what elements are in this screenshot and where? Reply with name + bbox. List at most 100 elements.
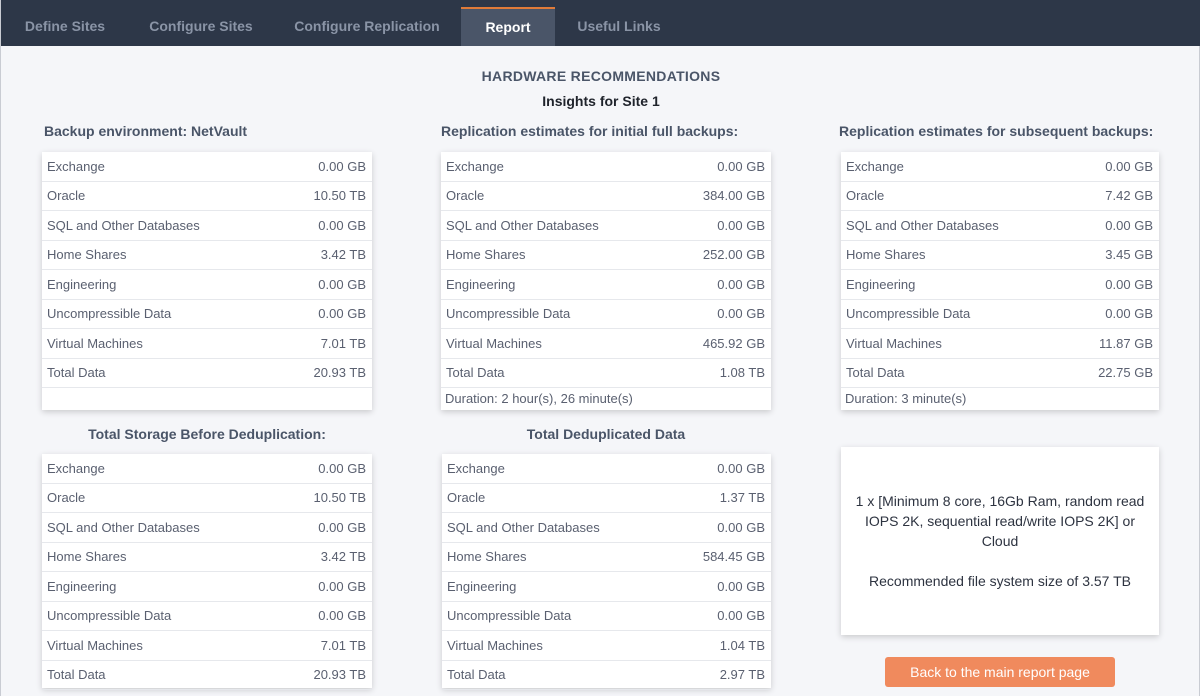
row-value: 0.00 GB: [717, 158, 765, 174]
heading-subsequent-replication: Replication estimates for subsequent bac…: [839, 123, 1154, 139]
back-to-main-report-button[interactable]: Back to the main report page: [885, 657, 1115, 687]
row-value: 22.75 GB: [1098, 365, 1153, 381]
row-label: Oracle: [447, 490, 486, 506]
tab-configure-replication[interactable]: Configure Replication: [273, 7, 461, 46]
row-value: 7.42 GB: [1105, 188, 1153, 204]
row-label: Home Shares: [47, 247, 127, 263]
row-label: Exchange: [47, 460, 105, 476]
row-label: Oracle: [846, 188, 885, 204]
page-title: HARDWARE RECOMMENDATIONS: [481, 68, 721, 84]
table-row: SQL and Other Databases 0.00 GB: [42, 211, 372, 241]
row-value: 0.00 GB: [318, 460, 366, 476]
row-label: Total Data: [447, 667, 506, 683]
table-row: Total Data 1.08 TB: [441, 359, 771, 388]
tab-configure-sites[interactable]: Configure Sites: [129, 7, 273, 46]
table-row: Uncompressible Data 0.00 GB: [441, 300, 771, 329]
row-label: Virtual Machines: [447, 637, 543, 653]
row-label: Engineering: [846, 276, 916, 292]
row-label: SQL and Other Databases: [47, 217, 200, 233]
row-label: Uncompressible Data: [447, 608, 572, 624]
row-label: SQL and Other Databases: [446, 217, 599, 233]
table-row: Home Shares 3.42 TB: [42, 241, 372, 270]
table-row: SQL and Other Databases 0.00 GB: [442, 513, 771, 543]
table-row: Engineering 0.00 GB: [841, 270, 1159, 300]
row-value: 0.00 GB: [318, 217, 366, 233]
row-value: 2.97 TB: [719, 667, 765, 683]
table-row: SQL and Other Databases 0.00 GB: [42, 513, 372, 543]
tab-report[interactable]: Report: [461, 7, 555, 46]
table-row: Oracle 10.50 TB: [42, 182, 372, 211]
row-value: 0.00 GB: [318, 306, 366, 322]
row-label: Virtual Machines: [446, 335, 542, 351]
row-value: 0.00 GB: [318, 578, 366, 594]
row-value: 252.00 GB: [702, 247, 765, 263]
initial-replication-table: Exchange 0.00 GB Oracle 384.00 GB SQL and Ot…: [441, 152, 771, 410]
table-row: Oracle 384.00 GB: [441, 182, 771, 211]
row-value: 3.42 TB: [320, 247, 366, 263]
row-label: Home Shares: [446, 247, 526, 263]
table-row: Uncompressible Data 0.00 GB: [42, 602, 372, 631]
table-row: Exchange 0.00 GB: [841, 152, 1159, 182]
table-row: Home Shares 3.45 GB: [841, 241, 1159, 270]
heading-initial-replication: Replication estimates for initial full b…: [441, 123, 739, 139]
row-value: 10.50 TB: [313, 490, 366, 506]
row-value: 465.92 GB: [702, 335, 765, 351]
table-row: SQL and Other Databases 0.00 GB: [841, 211, 1159, 241]
row-value: 0.00 GB: [717, 519, 765, 535]
row-value: 584.45 GB: [702, 549, 765, 565]
row-value: 20.93 TB: [313, 667, 366, 683]
tab-define-sites[interactable]: Define Sites: [1, 7, 129, 46]
row-label: Home Shares: [846, 247, 926, 263]
tab-useful-links[interactable]: Useful Links: [555, 7, 683, 46]
row-label: SQL and Other Databases: [846, 217, 999, 233]
row-value: 0.00 GB: [318, 158, 366, 174]
row-value: 20.93 TB: [313, 365, 366, 381]
table-row: Engineering 0.00 GB: [42, 270, 372, 300]
table-row: Uncompressible Data 0.00 GB: [841, 300, 1159, 329]
row-label: Virtual Machines: [47, 335, 143, 351]
total-storage-table: Exchange 0.00 GB Oracle 10.50 TB SQL and Oth…: [42, 454, 372, 690]
row-value: 0.00 GB: [1105, 306, 1153, 322]
row-value: 0.00 GB: [318, 519, 366, 535]
table-row: Virtual Machines 1.04 TB: [442, 631, 771, 661]
row-value: 1.08 TB: [719, 365, 765, 381]
table-row: Total Data 22.75 GB: [841, 359, 1159, 388]
row-label: Virtual Machines: [846, 335, 942, 351]
table-row: Virtual Machines 7.01 TB: [42, 631, 372, 661]
row-label: Exchange: [446, 158, 504, 174]
table-row: Home Shares 584.45 GB: [442, 543, 771, 572]
row-value: 0.00 GB: [1105, 158, 1153, 174]
row-label: Uncompressible Data: [446, 306, 571, 322]
table-row: Exchange 0.00 GB: [442, 454, 771, 484]
row-value: 3.42 TB: [320, 549, 366, 565]
table-row: Home Shares 3.42 TB: [42, 543, 372, 572]
row-label: Exchange: [47, 158, 105, 174]
table-row: Total Data 20.93 TB: [42, 359, 372, 388]
hardware-recommendation-text: 1 x [Minimum 8 core, 16Gb Ram, random re…: [855, 493, 1145, 549]
row-value: 7.01 TB: [320, 335, 366, 351]
row-label: Engineering: [447, 578, 517, 594]
row-label: Engineering: [446, 276, 516, 292]
row-label: Engineering: [47, 276, 117, 292]
row-label: Uncompressible Data: [47, 608, 172, 624]
duration-text: Duration: 2 hour(s), 26 minute(s): [445, 391, 633, 406]
table-row: Oracle 10.50 TB: [42, 484, 372, 513]
row-value: 0.00 GB: [717, 608, 765, 624]
row-value: 10.50 TB: [313, 188, 366, 204]
heading-backup-environment: Backup environment: NetVault: [44, 123, 248, 139]
row-value: 0.00 GB: [1105, 217, 1153, 233]
heading-total-storage: Total Storage Before Deduplication:: [88, 426, 326, 442]
row-value: 0.00 GB: [318, 608, 366, 624]
site-title: Insights for Site 1: [542, 93, 660, 109]
row-label: Home Shares: [447, 549, 527, 565]
row-value: 384.00 GB: [702, 188, 765, 204]
row-label: Total Data: [446, 365, 505, 381]
subsequent-replication-table: Exchange 0.00 GB Oracle 7.42 GB SQL and Othe…: [841, 152, 1159, 410]
row-value: 1.04 TB: [719, 637, 765, 653]
row-label: Oracle: [47, 188, 86, 204]
row-label: Exchange: [846, 158, 904, 174]
row-label: Total Data: [47, 365, 106, 381]
table-row: Exchange 0.00 GB: [42, 454, 372, 484]
table-row: Total Data 20.93 TB: [42, 661, 372, 690]
row-value: 11.87 GB: [1099, 335, 1153, 351]
